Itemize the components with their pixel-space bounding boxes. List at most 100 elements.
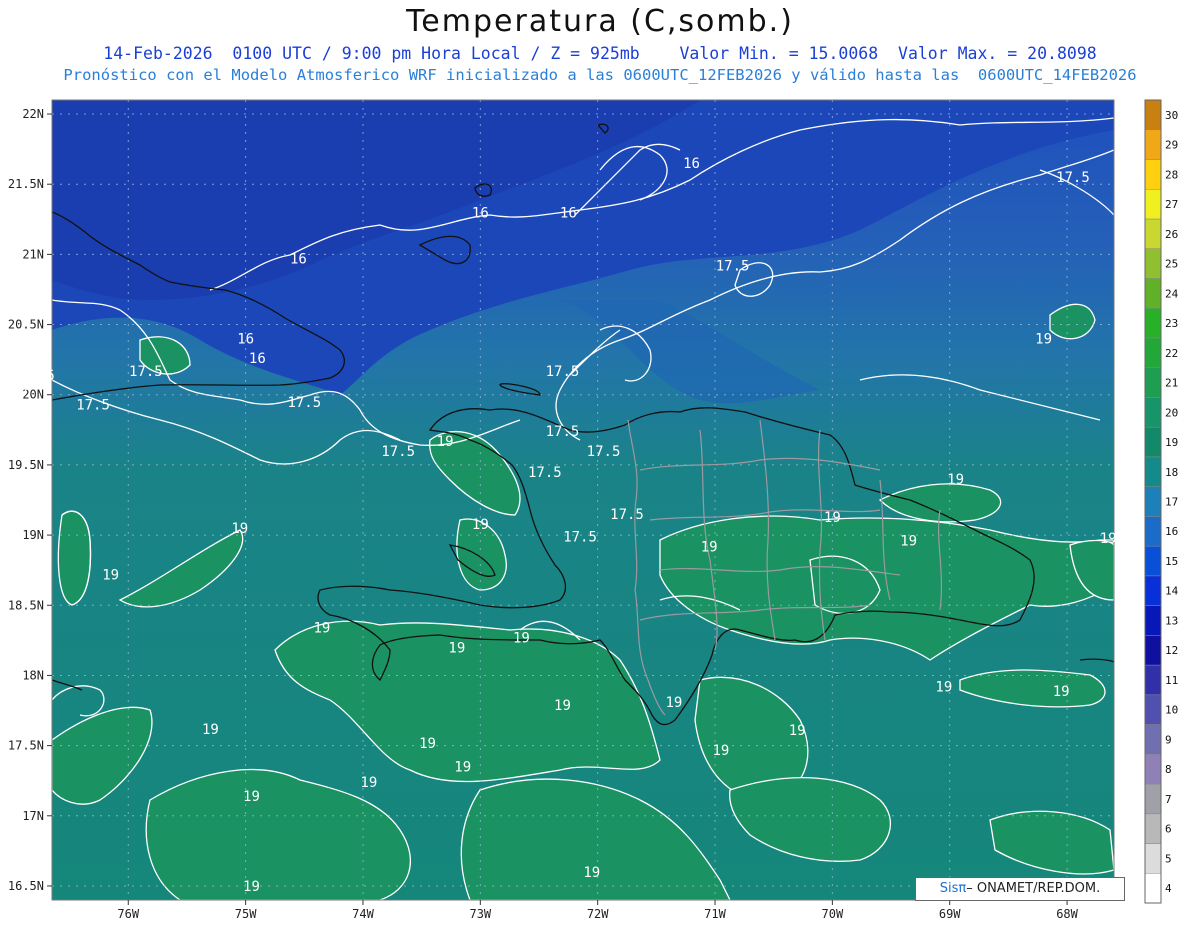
colorbar-swatch: [1144, 545, 1162, 577]
contour-label: 16: [290, 252, 307, 268]
colorbar-swatch: [1144, 873, 1162, 904]
colorbar-label: 11: [1165, 674, 1178, 687]
contour-label: 17.5: [381, 444, 415, 460]
lat-label: 20.5N: [8, 318, 44, 332]
contour-label: 19: [789, 723, 806, 739]
colorbar-swatch: [1144, 635, 1162, 666]
brand-sis: Sis: [939, 881, 959, 896]
map-title: Temperatura (C,somb.): [406, 4, 794, 39]
lat-label: 17.5N: [8, 739, 44, 753]
lat-label: 21.5N: [8, 177, 44, 191]
contour-label: 19: [313, 621, 330, 637]
colorbar-swatch: [1144, 99, 1162, 130]
colorbar-label: 12: [1165, 644, 1178, 657]
colorbar-label: 5: [1165, 852, 1172, 865]
contour-label: 19: [454, 760, 471, 776]
contour-label: 17.5: [587, 444, 621, 460]
colorbar-label: 15: [1165, 555, 1178, 568]
brand-org: – ONAMET/REP.DOM.: [966, 881, 1101, 896]
contour-label: 17.5: [76, 398, 110, 414]
lat-label: 22N: [22, 107, 44, 121]
colorbar-swatch: [1144, 307, 1162, 339]
colorbar-label: 21: [1165, 377, 1178, 390]
colorbar-label: 4: [1165, 882, 1172, 895]
contour-label: 19: [1100, 531, 1117, 547]
colorbar-swatch: [1144, 694, 1162, 725]
lon-label: 73W: [469, 907, 491, 921]
colorbar-label: 9: [1165, 733, 1172, 746]
map-subtitle-model-info: Pronóstico con el Modelo Atmosferico WRF…: [63, 66, 1137, 84]
colorbar-swatch: [1144, 188, 1162, 220]
colorbar-swatch: [1144, 664, 1162, 696]
colorbar-swatch: [1144, 486, 1162, 517]
lon-label: 72W: [587, 907, 609, 921]
contour-label: 19: [243, 789, 260, 805]
contour-label: 19: [712, 743, 729, 759]
colorbar-swatch: [1144, 248, 1162, 279]
brand-badge: Sisπ– ONAMET/REP.DOM.: [915, 877, 1125, 901]
colorbar-swatch: [1144, 337, 1162, 368]
colorbar-label: 8: [1165, 763, 1172, 776]
contour-label: 19: [666, 695, 683, 711]
colorbar-label: 22: [1165, 347, 1178, 360]
colorbar-label: 13: [1165, 614, 1178, 627]
colorbar-swatch: [1144, 843, 1162, 874]
contour-label: 19: [824, 510, 841, 526]
colorbar-label: 19: [1165, 436, 1178, 449]
colorbar-swatch: [1144, 218, 1162, 249]
colorbar-label: 25: [1165, 258, 1178, 271]
contour-label: 19: [513, 631, 530, 647]
contour-label: 16: [683, 156, 700, 172]
colorbar-swatch: [1144, 367, 1162, 398]
colorbar-label: 10: [1165, 704, 1178, 717]
contour-label: 19: [202, 722, 219, 738]
colorbar-label: 24: [1165, 287, 1179, 300]
colorbar: 4 5 6 7 8 9 10 11 12 13 14 15 16 17 18 19 20 21 22 23 24 25 26…: [1144, 99, 1179, 904]
colorbar-label: 27: [1165, 198, 1178, 211]
colorbar-swatch: [1144, 813, 1162, 844]
contour-label: 16: [560, 205, 577, 221]
colorbar-label: 23: [1165, 317, 1178, 330]
colorbar-label: 28: [1165, 168, 1178, 181]
colorbar-swatch: [1144, 575, 1162, 606]
contour-label: 17.5: [1056, 170, 1090, 186]
colorbar-swatch: [1144, 783, 1162, 815]
lat-label: 18N: [22, 668, 44, 682]
colorbar-swatch: [1144, 426, 1162, 458]
lat-label: 17N: [22, 809, 44, 823]
contour-label: 19: [935, 680, 952, 696]
lat-label: 18.5N: [8, 598, 44, 612]
contour-label: 17.5: [716, 259, 750, 275]
contour-label: 17.5: [129, 364, 163, 380]
colorbar-label: 14: [1165, 585, 1179, 598]
contour-label: 19: [472, 517, 489, 533]
contour-label: 17.5: [287, 395, 321, 411]
contour-label: 17.5: [610, 507, 644, 523]
contour-label: 17.5: [0, 381, 28, 397]
contour-label: 16: [472, 205, 489, 221]
contour-label: 17.5: [563, 529, 597, 545]
contour-label: 19: [231, 521, 248, 537]
colorbar-label: 6: [1165, 823, 1172, 836]
contour-label: 19: [554, 698, 571, 714]
contour-label: 19: [947, 472, 964, 488]
colorbar-label: 17: [1165, 496, 1178, 509]
lat-label: 19.5N: [8, 458, 44, 472]
colorbar-swatch: [1144, 456, 1162, 487]
contour-label: 16: [249, 351, 266, 367]
colorbar-swatch: [1144, 397, 1162, 428]
colorbar-swatch: [1144, 516, 1162, 547]
colorbar-swatch: [1144, 159, 1162, 190]
contour-label: 19: [243, 879, 260, 895]
colorbar-swatch: [1144, 129, 1162, 160]
lon-label: 75W: [235, 907, 257, 921]
lon-label: 76W: [117, 907, 139, 921]
contour-label: 19: [419, 736, 436, 752]
contour-label: 19: [437, 434, 454, 450]
contour-label: 19: [448, 640, 465, 656]
contour-label: 19: [360, 775, 377, 791]
colorbar-label: 16: [1165, 525, 1178, 538]
lon-label: 74W: [352, 907, 374, 921]
colorbar-swatch: [1144, 278, 1162, 309]
contour-label: 19: [583, 865, 600, 881]
